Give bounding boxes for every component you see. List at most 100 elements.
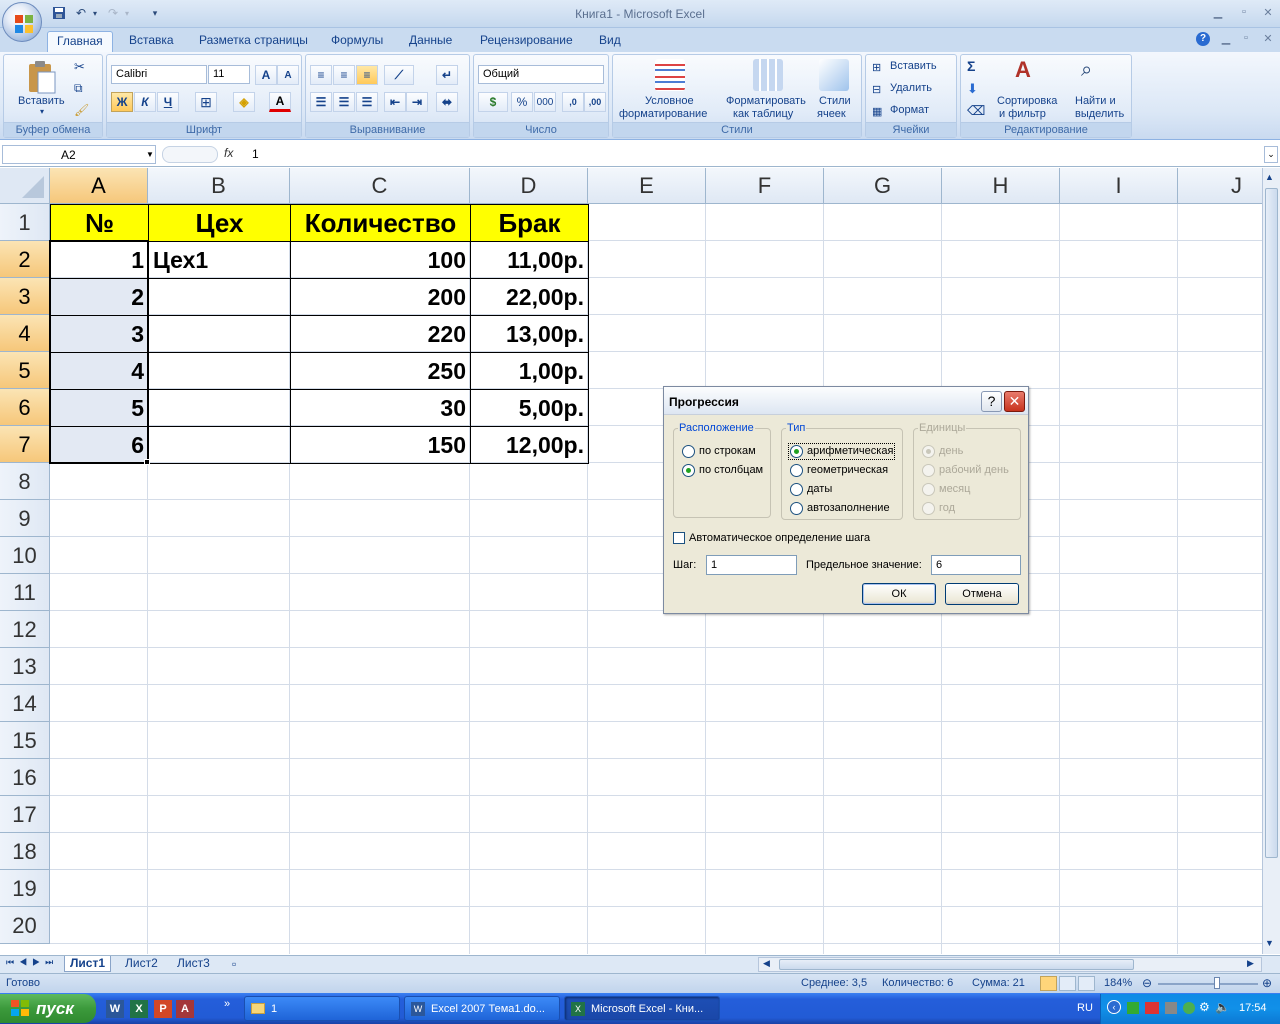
radio-autofill[interactable]: автозаполнение	[790, 502, 890, 515]
page-break-view-icon[interactable]	[1078, 976, 1095, 991]
percent-button[interactable]: %	[511, 92, 533, 112]
row-header-4[interactable]: 4	[0, 315, 50, 352]
table-cell[interactable]	[148, 315, 291, 353]
tab-formulas[interactable]: Формулы	[322, 31, 392, 52]
table-cell[interactable]	[148, 426, 291, 464]
table-cell[interactable]: 5	[50, 389, 149, 427]
table-cell[interactable]: 22,00р.	[470, 278, 589, 316]
fill-color-icon[interactable]: ◈	[233, 92, 255, 112]
limit-input[interactable]: 6	[931, 555, 1021, 575]
excel-quicklaunch-icon[interactable]: X	[130, 1000, 148, 1018]
row-header-13[interactable]: 13	[0, 648, 50, 685]
orientation-icon[interactable]: ⟋	[384, 65, 414, 85]
column-header-i[interactable]: I	[1060, 168, 1178, 204]
sheet-tab-2[interactable]: Лист2	[120, 956, 163, 972]
minimize-icon[interactable]: ▁	[1210, 6, 1226, 20]
font-size-combo[interactable]: 11	[208, 65, 250, 84]
name-box-dropdown-icon[interactable]: ▼	[146, 150, 154, 159]
radio-dates[interactable]: даты	[790, 483, 832, 496]
table-cell[interactable]: 12,00р.	[470, 426, 589, 464]
spreadsheet-grid[interactable]: ABCDEFGHIJ 1 2 3 4 5 6 7 8 9 10 11 12 13 14 15 16 17 18 19…	[0, 168, 1262, 954]
ribbon-restore-icon[interactable]: ▫	[1238, 32, 1254, 46]
column-header-d[interactable]: D	[470, 168, 588, 204]
row-header-16[interactable]: 16	[0, 759, 50, 796]
horizontal-scrollbar[interactable]: ◀ ▶	[758, 957, 1262, 972]
sort-filter-icon[interactable]: A	[1015, 57, 1031, 83]
column-header-a[interactable]: A	[50, 168, 148, 204]
sort-filter-line1[interactable]: Сортировка	[997, 95, 1057, 107]
merge-cells-icon[interactable]: ⬌	[436, 92, 458, 112]
table-cell[interactable]: Цех1	[148, 241, 291, 279]
zoom-in-icon[interactable]: ⊕	[1262, 976, 1272, 990]
tab-home[interactable]: Главная	[47, 31, 113, 53]
select-all-corner[interactable]	[0, 168, 50, 204]
taskbar-word-doc[interactable]: W Excel 2007 Тема1.do...	[404, 996, 560, 1021]
format-table-line1[interactable]: Форматировать	[726, 95, 806, 107]
radio-month[interactable]: месяц	[922, 483, 970, 496]
fill-icon[interactable]: ⬇	[967, 81, 978, 97]
grow-font-icon[interactable]: A	[255, 65, 277, 85]
access-quicklaunch-icon[interactable]: A	[176, 1000, 194, 1018]
copy-icon[interactable]: ⧉	[74, 81, 83, 96]
dialog-help-button[interactable]: ?	[981, 391, 1002, 412]
cell-styles-icon[interactable]	[819, 59, 849, 91]
tray-monitor-icon[interactable]	[1165, 1002, 1177, 1014]
find-select-line2[interactable]: выделить	[1075, 108, 1124, 120]
italic-button[interactable]: К	[134, 92, 156, 112]
bold-button[interactable]: Ж	[111, 92, 133, 112]
table-header-cell[interactable]: Брак	[470, 204, 589, 242]
row-header-20[interactable]: 20	[0, 907, 50, 944]
auto-step-checkbox[interactable]	[673, 532, 685, 544]
table-cell[interactable]: 4	[50, 352, 149, 390]
close-icon[interactable]: ✕	[1260, 6, 1276, 20]
column-header-b[interactable]: B	[148, 168, 290, 204]
table-cell[interactable]	[148, 278, 291, 316]
tab-view[interactable]: Вид	[590, 31, 630, 52]
sort-filter-line2[interactable]: и фильтр	[999, 108, 1046, 120]
insert-cells-icon[interactable]: ⊞	[872, 61, 881, 74]
table-cell[interactable]	[148, 389, 291, 427]
increase-indent-icon[interactable]: ⇥	[406, 92, 428, 112]
table-cell[interactable]: 220	[290, 315, 471, 353]
horizontal-scroll-thumb[interactable]	[779, 959, 1134, 970]
radio-day[interactable]: день	[922, 445, 963, 458]
row-header-5[interactable]: 5	[0, 352, 50, 389]
row-header-8[interactable]: 8	[0, 463, 50, 500]
font-name-combo[interactable]: Calibri	[111, 65, 207, 84]
ok-button[interactable]: ОК	[862, 583, 936, 605]
align-middle-icon[interactable]: ≡	[333, 65, 355, 85]
borders-icon[interactable]: ⊞	[195, 92, 217, 112]
paste-button[interactable]: Вставить	[18, 95, 65, 107]
table-header-cell[interactable]: №	[50, 204, 149, 242]
wrap-text-icon[interactable]: ↵	[436, 65, 458, 85]
align-bottom-icon[interactable]: ≡	[356, 65, 378, 85]
find-select-line1[interactable]: Найти и	[1075, 95, 1116, 107]
table-cell[interactable]: 3	[50, 315, 149, 353]
delete-cells-icon[interactable]: ⊟	[872, 83, 881, 96]
maximize-icon[interactable]: ▫	[1236, 6, 1252, 20]
table-cell[interactable]: 150	[290, 426, 471, 464]
scroll-right-icon[interactable]: ▶	[1247, 958, 1254, 969]
radio-workday[interactable]: рабочий день	[922, 464, 1009, 477]
number-format-combo[interactable]: Общий	[478, 65, 604, 84]
format-cells-button[interactable]: Формат	[890, 104, 929, 116]
tab-review[interactable]: Рецензирование	[471, 31, 582, 52]
radio-geometric[interactable]: геометрическая	[790, 464, 888, 477]
paste-icon[interactable]	[26, 59, 58, 95]
row-header-14[interactable]: 14	[0, 685, 50, 722]
row-header-11[interactable]: 11	[0, 574, 50, 611]
zoom-level[interactable]: 184%	[1104, 977, 1132, 989]
decrease-decimal-icon[interactable]: ,00	[584, 92, 606, 112]
tab-data[interactable]: Данные	[400, 31, 461, 52]
tray-network-icon[interactable]	[1127, 1002, 1139, 1014]
align-center-icon[interactable]: ☰	[333, 92, 355, 112]
currency-format-icon[interactable]: $	[478, 92, 508, 112]
align-top-icon[interactable]: ≡	[310, 65, 332, 85]
format-cells-icon[interactable]: ▦	[872, 105, 882, 118]
radio-arithmetic[interactable]: арифметическая	[787, 443, 896, 460]
workbook-close-icon[interactable]: ✕	[1260, 32, 1276, 46]
paste-dropdown-icon[interactable]: ▾	[40, 107, 44, 116]
table-cell[interactable]: 5,00р.	[470, 389, 589, 427]
column-header-c[interactable]: C	[290, 168, 470, 204]
row-header-1[interactable]: 1	[0, 204, 50, 241]
